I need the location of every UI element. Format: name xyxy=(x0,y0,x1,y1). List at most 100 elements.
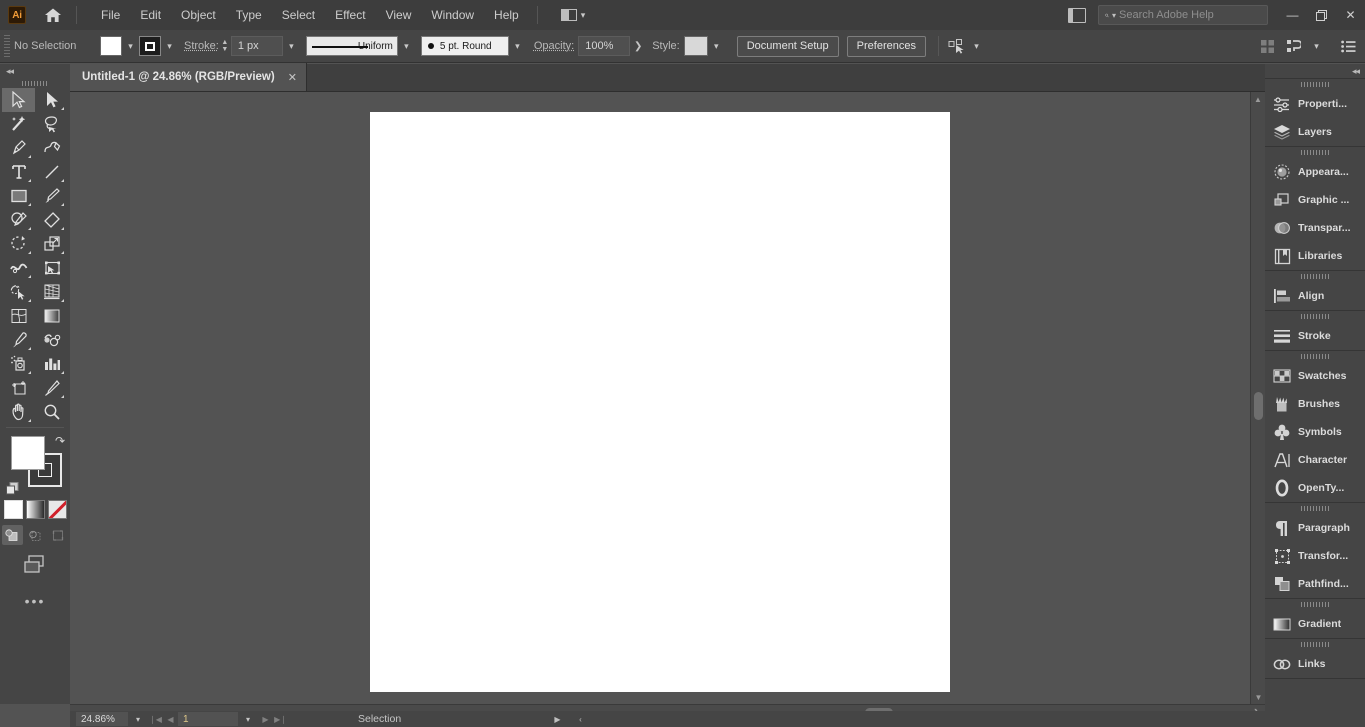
panel-gradient[interactable]: Gradient xyxy=(1265,610,1365,638)
fill-color-swatch[interactable] xyxy=(100,36,122,56)
swap-fill-stroke-icon[interactable]: ↷ xyxy=(55,434,65,448)
opacity-label[interactable]: Opacity: xyxy=(534,40,574,52)
align-icon[interactable] xyxy=(1256,36,1278,58)
more-options-icon[interactable] xyxy=(1337,36,1359,58)
line-segment-tool[interactable] xyxy=(35,160,68,184)
distribute-icon[interactable] xyxy=(1282,36,1304,58)
width-profile-select[interactable]: Uniform xyxy=(306,36,398,56)
dock-group-grip[interactable] xyxy=(1265,311,1365,322)
panel-graphic-styles[interactable]: Graphic ... xyxy=(1265,186,1365,214)
control-bar-grip[interactable] xyxy=(4,35,10,57)
dock-group-grip[interactable] xyxy=(1265,639,1365,650)
brush-definition-select[interactable]: 5 pt. Round xyxy=(421,36,509,56)
stroke-weight-chevron-icon[interactable]: ▾ xyxy=(283,36,300,56)
dock-group-grip[interactable] xyxy=(1265,79,1365,90)
paintbrush-tool[interactable] xyxy=(35,184,68,208)
column-graph-tool[interactable] xyxy=(35,352,68,376)
panel-properties[interactable]: Properti... xyxy=(1265,90,1365,118)
default-fill-stroke-icon[interactable] xyxy=(6,482,18,494)
vertical-scroll-thumb[interactable] xyxy=(1254,392,1263,420)
panel-libraries[interactable]: Libraries xyxy=(1265,242,1365,270)
zoom-level-chevron-icon[interactable]: ▾ xyxy=(128,712,148,726)
symbol-sprayer-tool[interactable] xyxy=(2,352,35,376)
next-artboard-icon[interactable]: ▶ xyxy=(258,712,273,726)
document-tab[interactable]: Untitled-1 @ 24.86% (RGB/Preview) ✕ xyxy=(70,63,307,91)
hand-tool[interactable] xyxy=(2,400,35,424)
opacity-options-chevron-icon[interactable]: ❯ xyxy=(630,36,646,56)
menu-edit[interactable]: Edit xyxy=(130,4,171,26)
arrange-documents-button[interactable]: ▾ xyxy=(556,6,591,24)
gradient-tool[interactable] xyxy=(35,304,68,328)
artboard-tool[interactable] xyxy=(2,376,35,400)
dock-group-grip[interactable] xyxy=(1265,271,1365,282)
dock-group-grip[interactable] xyxy=(1265,599,1365,610)
draw-inside-button[interactable] xyxy=(48,525,69,545)
stroke-dropdown-chevron-icon[interactable]: ▾ xyxy=(161,36,178,56)
panel-symbols[interactable]: Symbols xyxy=(1265,418,1365,446)
previous-artboard-icon[interactable]: ◀ xyxy=(163,712,178,726)
search-input[interactable] xyxy=(1119,9,1261,21)
scroll-down-icon[interactable]: ▼ xyxy=(1251,690,1265,704)
stroke-weight-input[interactable]: 1 px xyxy=(231,36,283,56)
pen-tool[interactable] xyxy=(2,136,35,160)
free-transform-tool[interactable] xyxy=(35,256,68,280)
panel-transform[interactable]: Transfor... xyxy=(1265,542,1365,570)
panel-opentype[interactable]: OpenTy... xyxy=(1265,474,1365,502)
selection-tool[interactable] xyxy=(2,88,35,112)
type-tool[interactable] xyxy=(2,160,35,184)
minimize-button[interactable]: — xyxy=(1278,0,1307,30)
none-mode-button[interactable] xyxy=(48,500,67,519)
restore-button[interactable] xyxy=(1307,0,1336,30)
panel-swatches[interactable]: Swatches xyxy=(1265,362,1365,390)
artboard-number-input[interactable]: 1 xyxy=(178,712,238,726)
dock-group-grip[interactable] xyxy=(1265,147,1365,158)
color-mode-button[interactable] xyxy=(4,500,23,519)
panel-brushes[interactable]: Brushes xyxy=(1265,390,1365,418)
vertical-scrollbar[interactable]: ▲ ▼ xyxy=(1250,92,1265,704)
panel-pathfinder[interactable]: Pathfind... xyxy=(1265,570,1365,598)
search-adobe-help[interactable]: ▾ xyxy=(1098,5,1268,25)
distribute-chevron-icon[interactable]: ▾ xyxy=(1308,37,1325,57)
zoom-level-input[interactable]: 24.86% xyxy=(76,712,128,726)
draw-behind-button[interactable] xyxy=(25,525,46,545)
status-play-icon[interactable]: ▶ xyxy=(550,712,565,726)
scale-tool[interactable] xyxy=(35,232,68,256)
panel-layers[interactable]: Layers xyxy=(1265,118,1365,146)
panel-paragraph[interactable]: Paragraph xyxy=(1265,514,1365,542)
opacity-input[interactable]: 100% xyxy=(578,36,630,56)
status-expand-chevron-icon[interactable]: ‹ xyxy=(573,712,588,726)
rectangle-tool[interactable] xyxy=(2,184,35,208)
canvas-area[interactable]: ▲ ▼ xyxy=(70,92,1265,704)
artboard[interactable] xyxy=(370,112,950,692)
stroke-label[interactable]: Stroke: xyxy=(184,40,219,52)
menu-view[interactable]: View xyxy=(376,4,422,26)
fill-color-indicator[interactable] xyxy=(11,436,45,470)
direct-selection-tool[interactable] xyxy=(35,88,68,112)
panel-align[interactable]: Align xyxy=(1265,282,1365,310)
last-artboard-icon[interactable]: ▶❘ xyxy=(273,712,288,726)
brush-definition-chevron-icon[interactable]: ▾ xyxy=(509,36,526,56)
tools-panel-grip[interactable] xyxy=(0,78,70,88)
lasso-tool[interactable] xyxy=(35,112,68,136)
dock-group-grip[interactable] xyxy=(1265,351,1365,362)
dock-group-grip[interactable] xyxy=(1265,503,1365,514)
stroke-color-swatch[interactable] xyxy=(139,36,161,56)
menu-select[interactable]: Select xyxy=(272,4,325,26)
menu-window[interactable]: Window xyxy=(421,4,484,26)
workspace-switcher-icon[interactable] xyxy=(1068,8,1086,23)
menu-type[interactable]: Type xyxy=(226,4,272,26)
document-setup-button[interactable]: Document Setup xyxy=(737,36,839,57)
fill-dropdown-chevron-icon[interactable]: ▾ xyxy=(122,36,139,56)
select-similar-chevron-icon[interactable]: ▾ xyxy=(968,36,985,56)
change-screen-mode-icon[interactable] xyxy=(20,553,50,575)
first-artboard-icon[interactable]: ❘◀ xyxy=(148,712,163,726)
width-tool[interactable] xyxy=(2,256,35,280)
menu-object[interactable]: Object xyxy=(171,4,226,26)
magic-wand-tool[interactable] xyxy=(2,112,35,136)
close-button[interactable]: ✕ xyxy=(1336,0,1365,30)
collapse-panel-icon[interactable]: ◂◂ xyxy=(6,66,13,77)
graphic-style-chevron-icon[interactable]: ▾ xyxy=(708,36,725,56)
slice-tool[interactable] xyxy=(35,376,68,400)
mesh-tool[interactable] xyxy=(2,304,35,328)
menu-effect[interactable]: Effect xyxy=(325,4,375,26)
